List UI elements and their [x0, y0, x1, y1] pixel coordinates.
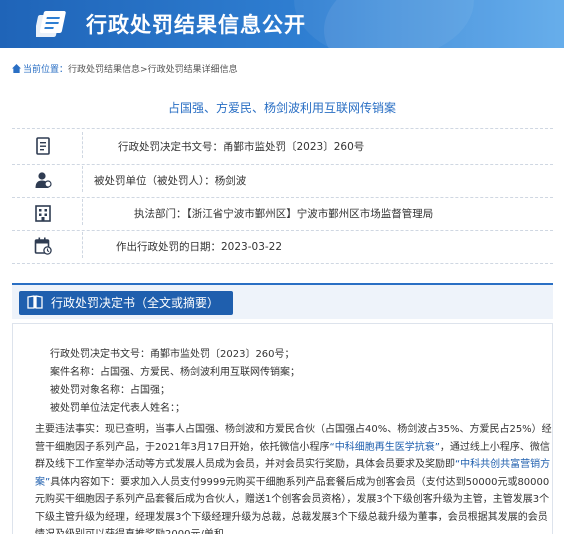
- content-line: 案件名称：占国强、方爱民、杨剑波利用互联网传销案；: [50, 367, 300, 378]
- section-title-badge: 行政处罚决定书（全文或摘要）: [19, 291, 234, 315]
- breadcrumb-link-results[interactable]: 行政处罚结果信息: [68, 65, 140, 75]
- decision-no-value: 甬鄞市监处罚〔2023〕260号: [223, 141, 365, 153]
- divider: [82, 132, 83, 158]
- decision-no-text: 行政处罚决定书文号：甬鄞市监处罚〔2023〕260号: [118, 139, 364, 154]
- book-icon: [27, 295, 43, 309]
- authority-label: 执法部门：: [134, 208, 187, 220]
- divider: [12, 164, 553, 165]
- divider: [82, 232, 83, 258]
- breadcrumb: 当前位置：行政处罚结果信息>行政处罚结果详细信息: [12, 62, 238, 75]
- date-value: 2023-03-22: [221, 241, 283, 253]
- decision-no-label: 行政处罚决定书文号：: [118, 141, 223, 153]
- facts-highlight: “中科细胞再生医学抗衰”: [329, 441, 440, 453]
- divider: [12, 197, 553, 198]
- breadcrumb-label: 当前位置：: [23, 65, 69, 75]
- info-row-decision-no: 行政处罚决定书文号：甬鄞市监处罚〔2023〕260号: [12, 132, 553, 162]
- party-text: 被处罚单位（被处罚人）：杨剑波: [94, 173, 246, 188]
- breadcrumb-separator: >: [140, 65, 148, 75]
- section-header: 行政处罚决定书（全文或摘要）: [12, 283, 553, 319]
- info-row-date: 作出行政处罚的日期：2023-03-22: [12, 232, 553, 262]
- person-icon: [35, 172, 52, 188]
- divider: [82, 199, 83, 225]
- site-banner: 行政处罚结果信息公开: [0, 0, 564, 48]
- party-label: 被处罚单位（被处罚人）：: [94, 175, 215, 187]
- calendar-icon: [34, 237, 52, 255]
- divider: [12, 263, 553, 264]
- breadcrumb-current[interactable]: 行政处罚结果详细信息: [148, 65, 238, 75]
- authority-text: 执法部门：【浙江省宁波市鄞州区】宁波市鄞州区市场监督管理局: [134, 206, 433, 221]
- violation-facts-paragraph: 主要违法事实：现已查明，当事人占国强、杨剑波和方爱民合伙（占国强占40%、杨剑波…: [35, 421, 556, 534]
- facts-text: 具体内容如下：要求加入人员支付9999元购买干细胞系列产品套餐后成为创客会员（支…: [35, 476, 550, 534]
- info-row-party: 被处罚单位（被处罚人）：杨剑波: [12, 166, 553, 196]
- authority-value: 【浙江省宁波市鄞州区】宁波市鄞州区市场监督管理局: [186, 208, 434, 220]
- document-icon: [36, 137, 50, 155]
- building-icon: [35, 205, 51, 222]
- party-value: 杨剑波: [214, 175, 247, 187]
- folder-document-icon: [36, 11, 66, 37]
- section-title: 行政处罚决定书（全文或摘要）: [51, 296, 220, 310]
- banner-decoration: [294, 0, 474, 48]
- banner-title: 行政处罚结果信息公开: [86, 13, 306, 37]
- divider: [12, 230, 553, 231]
- home-icon: [12, 64, 21, 73]
- date-label: 作出行政处罚的日期：: [116, 241, 221, 253]
- divider: [82, 166, 83, 192]
- content-line: 被处罚单位法定代表人姓名：；: [50, 403, 185, 414]
- content-line: 行政处罚决定书文号：甬鄞市监处罚〔2023〕260号；: [50, 349, 295, 360]
- info-row-authority: 执法部门：【浙江省宁波市鄞州区】宁波市鄞州区市场监督管理局: [12, 199, 553, 229]
- case-title: 占国强、方爱民、杨剑波利用互联网传销案: [167, 101, 396, 115]
- divider: [12, 128, 553, 129]
- date-text: 作出行政处罚的日期：2023-03-22: [116, 239, 282, 254]
- content-line: 被处罚对象名称：占国强；: [50, 385, 170, 396]
